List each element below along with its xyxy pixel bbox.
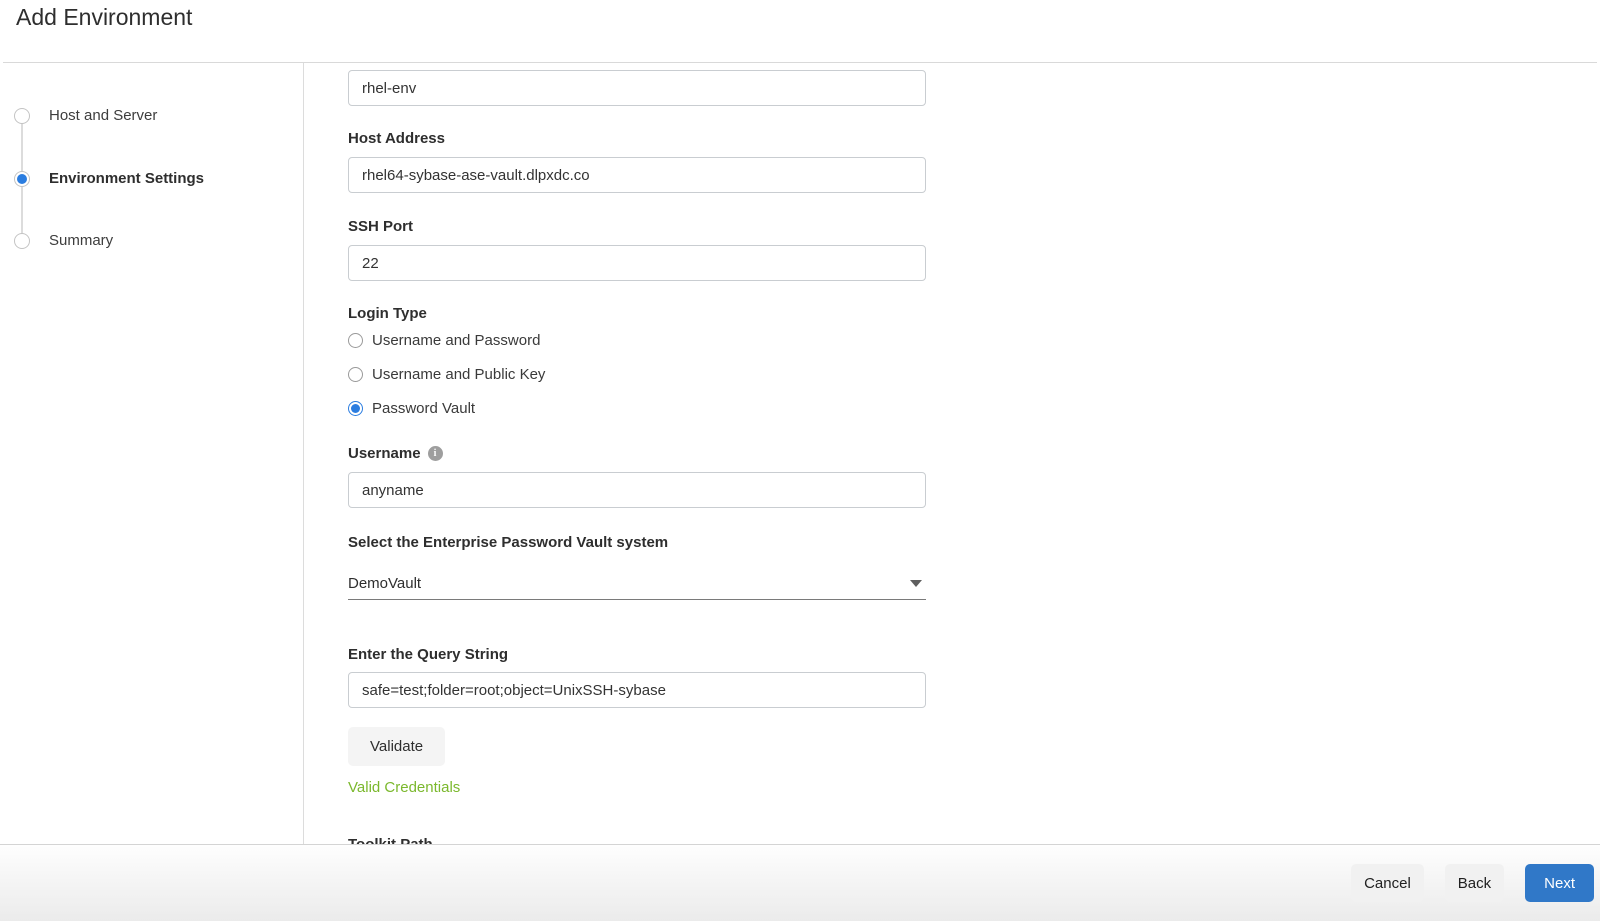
validate-button[interactable]: Validate bbox=[348, 727, 446, 766]
step-circle-active-icon bbox=[14, 170, 30, 187]
step-circle-icon bbox=[14, 107, 30, 124]
vault-system-select[interactable]: DemoVault bbox=[348, 567, 926, 600]
username-label-row: Username i bbox=[348, 445, 443, 462]
toolkit-path-label-clipped: Toolkit Path bbox=[348, 836, 433, 844]
ssh-port-input[interactable] bbox=[348, 245, 926, 281]
next-button[interactable]: Next bbox=[1525, 864, 1594, 902]
ssh-port-label: SSH Port bbox=[348, 218, 414, 235]
wizard-body: Host and Server Environment Settings Sum… bbox=[0, 0, 1600, 844]
cancel-button[interactable]: Cancel bbox=[1351, 864, 1424, 902]
step-summary[interactable]: Summary bbox=[14, 232, 113, 249]
step-label: Summary bbox=[49, 232, 114, 249]
host-address-label: Host Address bbox=[348, 130, 445, 147]
add-environment-wizard: Add Environment Host and Server Environm… bbox=[0, 0, 1600, 921]
sidebar-divider bbox=[303, 63, 304, 844]
vault-system-selected-value: DemoVault bbox=[348, 574, 422, 592]
radio-password-vault[interactable]: Password Vault bbox=[348, 400, 475, 417]
validation-status-text: Valid Credentials bbox=[348, 779, 461, 796]
radio-unselected-icon bbox=[348, 333, 363, 348]
info-icon[interactable]: i bbox=[427, 446, 443, 461]
login-type-label: Login Type bbox=[348, 305, 427, 322]
step-environment-settings[interactable]: Environment Settings bbox=[14, 170, 204, 187]
step-label: Environment Settings bbox=[49, 170, 205, 187]
environment-name-input[interactable] bbox=[348, 70, 926, 106]
radio-unselected-icon bbox=[348, 367, 363, 382]
vault-system-label: Select the Enterprise Password Vault sys… bbox=[348, 534, 669, 551]
wizard-footer: Cancel Back Next bbox=[0, 844, 1600, 921]
radio-username-and-public-key[interactable]: Username and Public Key bbox=[348, 366, 545, 383]
username-label: Username bbox=[348, 445, 421, 462]
host-address-input[interactable] bbox=[348, 157, 926, 193]
radio-label: Password Vault bbox=[372, 400, 476, 417]
query-string-label: Enter the Query String bbox=[348, 646, 509, 663]
radio-label: Username and Password bbox=[372, 332, 541, 349]
chevron-down-icon bbox=[910, 580, 922, 587]
step-label: Host and Server bbox=[49, 107, 158, 124]
radio-label: Username and Public Key bbox=[372, 366, 546, 383]
step-host-and-server[interactable]: Host and Server bbox=[14, 107, 157, 124]
back-button[interactable]: Back bbox=[1444, 864, 1505, 902]
radio-selected-icon bbox=[348, 401, 363, 416]
radio-username-and-password[interactable]: Username and Password bbox=[348, 332, 540, 349]
step-circle-icon bbox=[14, 232, 30, 249]
query-string-input[interactable] bbox=[348, 672, 926, 708]
username-input[interactable] bbox=[348, 472, 926, 508]
